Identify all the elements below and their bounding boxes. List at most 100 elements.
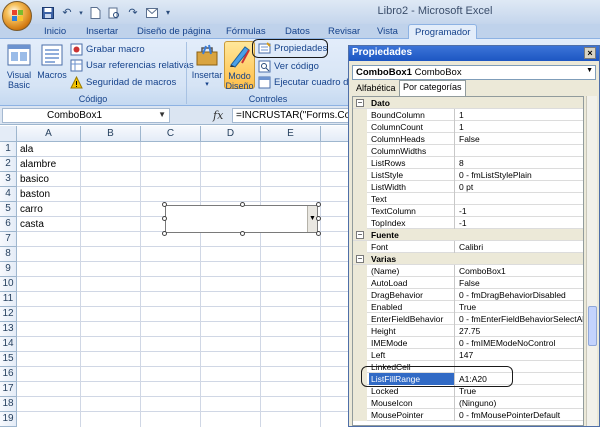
- property-value[interactable]: 0 - fmIMEModeNoControl: [457, 337, 583, 349]
- cell-a1[interactable]: ala: [20, 142, 33, 157]
- property-row[interactable]: IMEMode 0 - fmIMEModeNoControl: [353, 337, 583, 349]
- property-value[interactable]: 0 - fmDragBehaviorDisabled: [457, 289, 583, 301]
- tab-formulas[interactable]: Fórmulas: [226, 26, 266, 37]
- property-value[interactable]: 0 pt: [457, 181, 583, 193]
- row-header[interactable]: 15: [0, 352, 17, 367]
- property-value[interactable]: 1: [457, 109, 583, 121]
- cell-a3[interactable]: basico: [20, 172, 49, 187]
- cell-a4[interactable]: baston: [20, 187, 50, 202]
- property-value[interactable]: -1: [457, 217, 583, 229]
- property-row[interactable]: ColumnHeads False: [353, 133, 583, 145]
- select-all-corner[interactable]: [0, 126, 17, 142]
- property-row[interactable]: Text: [353, 193, 583, 205]
- resize-handle[interactable]: [162, 202, 167, 207]
- tab-programador[interactable]: Programador: [408, 24, 478, 40]
- column-header-c[interactable]: C: [141, 126, 201, 142]
- record-macro-button[interactable]: Grabar macro: [70, 43, 145, 56]
- property-row[interactable]: Enabled True: [353, 301, 583, 313]
- properties-scrollbar[interactable]: [586, 96, 597, 426]
- tab-datos[interactable]: Datos: [285, 26, 310, 37]
- scrollbar-thumb[interactable]: [588, 306, 597, 346]
- insert-function-icon[interactable]: fx: [213, 109, 223, 122]
- tab-diseno-de-pagina[interactable]: Diseño de página: [137, 26, 211, 37]
- name-box[interactable]: ComboBox1 ▼: [2, 108, 170, 123]
- column-header-d[interactable]: D: [201, 126, 261, 142]
- resize-handle[interactable]: [316, 216, 321, 221]
- tab-vista[interactable]: Vista: [377, 26, 398, 37]
- property-value[interactable]: ComboBox1: [457, 265, 583, 277]
- column-header-e[interactable]: E: [261, 126, 321, 142]
- resize-handle[interactable]: [162, 216, 167, 221]
- property-row[interactable]: (Name) ComboBox1: [353, 265, 583, 277]
- property-value[interactable]: False: [457, 133, 583, 145]
- property-row[interactable]: TopIndex -1: [353, 217, 583, 229]
- visual-basic-button[interactable]: Visual Basic: [4, 42, 34, 90]
- row-header[interactable]: 9: [0, 262, 17, 277]
- property-value[interactable]: 27.75: [457, 325, 583, 337]
- worksheet-grid[interactable]: A B C D E 1 2 3 4 5 6 7 8 9 10 11 12 13 …: [0, 126, 350, 427]
- chevron-down-icon[interactable]: ▼: [586, 67, 593, 74]
- row-header[interactable]: 10: [0, 277, 17, 292]
- combobox-control[interactable]: ▼: [165, 205, 318, 233]
- row-header[interactable]: 19: [0, 412, 17, 427]
- row-header[interactable]: 1: [0, 142, 17, 157]
- row-header[interactable]: 16: [0, 367, 17, 382]
- property-row[interactable]: Font Calibri: [353, 241, 583, 253]
- row-header[interactable]: 12: [0, 307, 17, 322]
- property-category[interactable]: − Varias: [353, 253, 583, 265]
- close-icon[interactable]: ×: [584, 47, 596, 59]
- property-row[interactable]: MousePointer 0 - fmMousePointerDefault: [353, 409, 583, 421]
- office-button[interactable]: [2, 1, 32, 31]
- insert-control-button[interactable]: Insertar ▾: [190, 42, 224, 90]
- row-header[interactable]: 6: [0, 217, 17, 232]
- property-value[interactable]: Calibri: [457, 241, 583, 253]
- macro-security-button[interactable]: Seguridad de macros: [70, 76, 176, 89]
- row-header[interactable]: 7: [0, 232, 17, 247]
- tab-insertar[interactable]: Insertar: [86, 26, 118, 37]
- column-header-b[interactable]: B: [81, 126, 141, 142]
- tab-alfabetica[interactable]: Alfabética: [353, 82, 399, 96]
- property-row[interactable]: DragBehavior 0 - fmDragBehaviorDisabled: [353, 289, 583, 301]
- design-mode-button[interactable]: Modo Diseño: [224, 41, 255, 91]
- property-value[interactable]: 0 - fmEnterFieldBehaviorSelectAll: [457, 313, 583, 325]
- properties-title-bar[interactable]: Propiedades ×: [349, 46, 599, 61]
- resize-handle[interactable]: [240, 231, 245, 236]
- property-row[interactable]: AutoLoad False: [353, 277, 583, 289]
- property-row[interactable]: ListStyle 0 - fmListStylePlain: [353, 169, 583, 181]
- property-value[interactable]: [457, 145, 583, 157]
- row-header[interactable]: 8: [0, 247, 17, 262]
- row-header[interactable]: 2: [0, 157, 17, 172]
- cell-a2[interactable]: alambre: [20, 157, 56, 172]
- row-header[interactable]: 17: [0, 382, 17, 397]
- property-row[interactable]: ListWidth 0 pt: [353, 181, 583, 193]
- cell-a6[interactable]: casta: [20, 217, 44, 232]
- run-dialog-button[interactable]: Ejecutar cuadro de: [258, 76, 354, 89]
- property-category[interactable]: − Dato: [353, 97, 583, 109]
- property-row[interactable]: ColumnWidths: [353, 145, 583, 157]
- macros-button[interactable]: Macros: [36, 42, 68, 80]
- column-header-a[interactable]: A: [17, 126, 81, 142]
- row-header[interactable]: 5: [0, 202, 17, 217]
- tab-revisar[interactable]: Revisar: [328, 26, 360, 37]
- property-row[interactable]: Height 27.75: [353, 325, 583, 337]
- tab-por-categorias[interactable]: Por categorías: [399, 80, 466, 96]
- property-row[interactable]: BoundColumn 1: [353, 109, 583, 121]
- tab-inicio[interactable]: Inicio: [44, 26, 66, 37]
- property-value[interactable]: 0 - fmMousePointerDefault: [457, 409, 583, 421]
- resize-handle[interactable]: [316, 231, 321, 236]
- property-value[interactable]: 8: [457, 157, 583, 169]
- resize-handle[interactable]: [240, 202, 245, 207]
- object-selector[interactable]: ComboBox1 ComboBox ▼: [352, 65, 596, 80]
- row-header[interactable]: 11: [0, 292, 17, 307]
- property-row[interactable]: MouseIcon (Ninguno): [353, 397, 583, 409]
- row-header[interactable]: 3: [0, 172, 17, 187]
- property-value[interactable]: [457, 193, 583, 205]
- view-code-button[interactable]: Ver código: [258, 60, 319, 73]
- resize-handle[interactable]: [316, 202, 321, 207]
- property-row[interactable]: EnterFieldBehavior 0 - fmEnterFieldBehavi…: [353, 313, 583, 325]
- property-value[interactable]: 147: [457, 349, 583, 361]
- property-row[interactable]: ColumnCount 1: [353, 121, 583, 133]
- row-header[interactable]: 14: [0, 337, 17, 352]
- collapse-icon[interactable]: −: [356, 255, 364, 263]
- resize-handle[interactable]: [162, 231, 167, 236]
